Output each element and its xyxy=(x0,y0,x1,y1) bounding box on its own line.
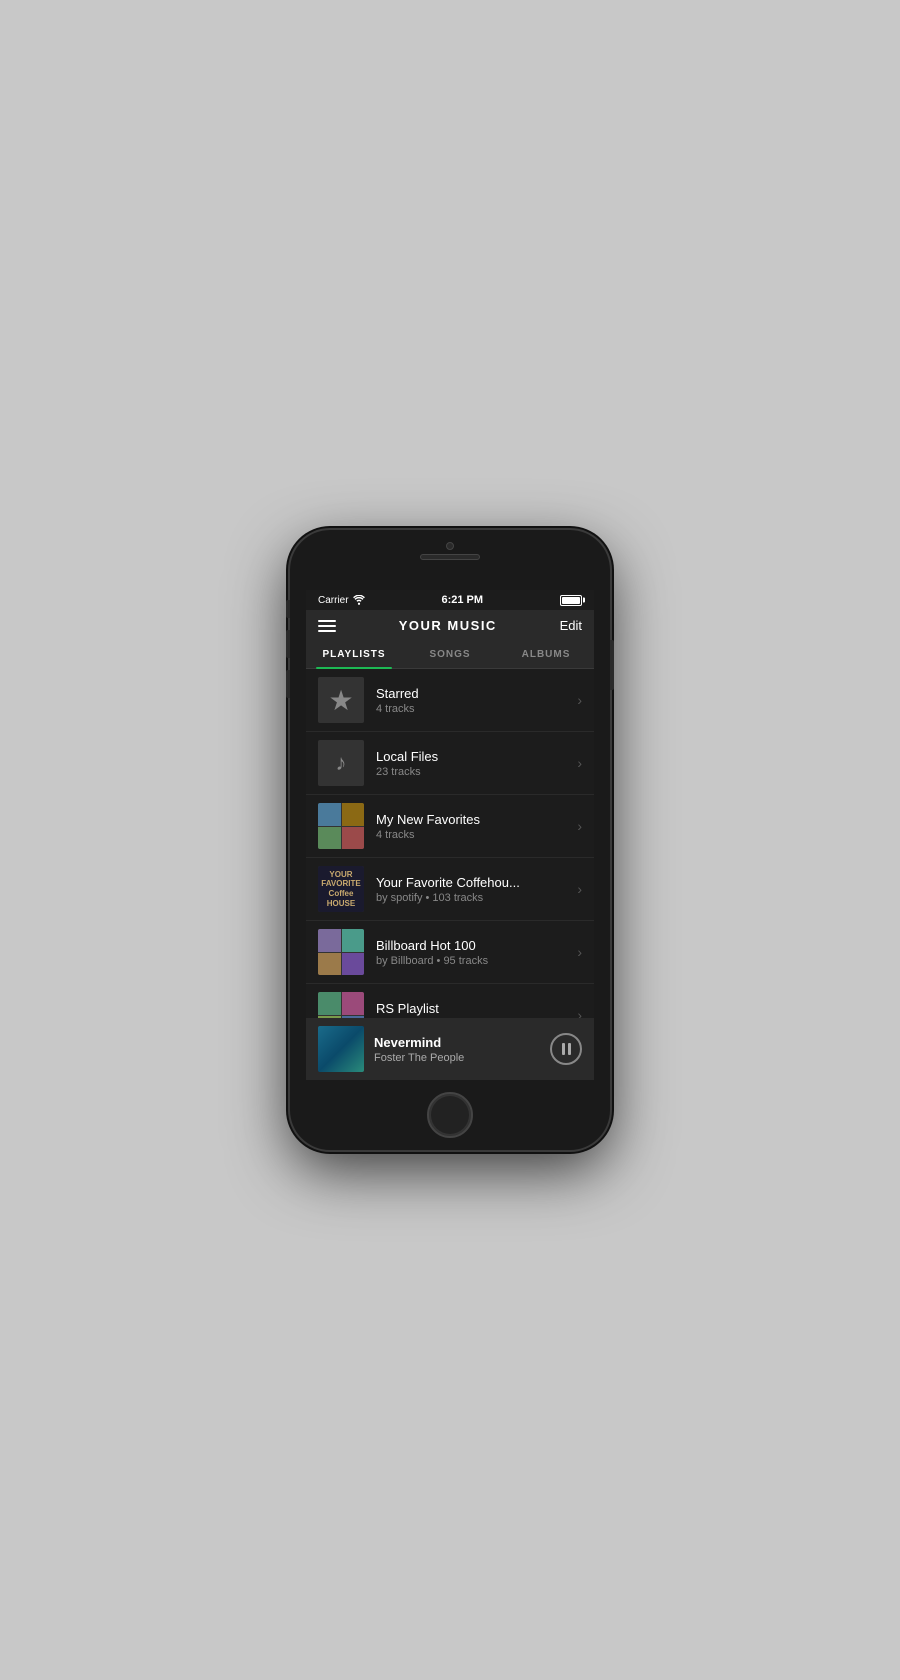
pause-icon xyxy=(562,1043,571,1055)
home-button[interactable] xyxy=(427,1092,473,1138)
playlist-item-billboard[interactable]: Billboard Hot 100 by Billboard • 95 trac… xyxy=(306,921,594,984)
grid-cell-b4 xyxy=(342,953,365,976)
tab-albums[interactable]: ALBUMS xyxy=(498,641,594,668)
grid-cell-r1 xyxy=(318,992,341,1015)
playlist-item-coffeehouse[interactable]: YOURFAVORITECoffeeHOUSE Your Favorite Co… xyxy=(306,858,594,921)
playlist-item-starred[interactable]: ★ Starred 4 tracks › xyxy=(306,669,594,732)
grid-thumb-mnf xyxy=(318,803,364,849)
coffeehouse-thumb: YOURFAVORITECoffeeHOUSE xyxy=(318,866,364,912)
billboard-name: Billboard Hot 100 xyxy=(376,938,569,953)
playlist-list: ★ Starred 4 tracks › ♪ Local Files 23 tr… xyxy=(306,669,594,1018)
volume-up-button[interactable] xyxy=(286,630,290,658)
starred-info: Starred 4 tracks xyxy=(376,686,569,715)
localfile-name: Local Files xyxy=(376,749,569,764)
chevron-icon-5: › xyxy=(577,944,582,960)
starred-meta: 4 tracks xyxy=(376,703,569,715)
pause-bar-left xyxy=(562,1043,565,1055)
pause-bar-right xyxy=(568,1043,571,1055)
grid-cell-r2 xyxy=(342,992,365,1015)
my-new-favorites-thumb xyxy=(318,803,364,849)
playlist-item-my-new-favorites[interactable]: My New Favorites 4 tracks › xyxy=(306,795,594,858)
rs-name: RS Playlist xyxy=(376,1001,569,1016)
coffee-thumb-art: YOURFAVORITECoffeeHOUSE xyxy=(318,866,364,912)
pause-button[interactable] xyxy=(550,1033,582,1065)
billboard-thumb xyxy=(318,929,364,975)
menu-button[interactable] xyxy=(318,620,336,632)
battery-indicator xyxy=(560,595,582,606)
mnf-info: My New Favorites 4 tracks xyxy=(376,812,569,841)
grid-cell-2 xyxy=(342,803,365,826)
localfile-icon: ♪ xyxy=(336,750,347,776)
battery-fill xyxy=(562,597,580,604)
rs-thumb xyxy=(318,992,364,1018)
battery-bar xyxy=(560,595,582,606)
power-button[interactable] xyxy=(610,640,614,690)
chevron-icon-6: › xyxy=(577,1007,582,1018)
grid-cell-b2 xyxy=(342,929,365,952)
coffeehouse-name: Your Favorite Coffehou... xyxy=(376,875,569,890)
grid-cell-b1 xyxy=(318,929,341,952)
grid-thumb-rs xyxy=(318,992,364,1018)
carrier-label: Carrier xyxy=(318,595,349,606)
now-playing-title: Nevermind xyxy=(374,1035,550,1050)
grid-cell-b3 xyxy=(318,953,341,976)
volume-down-button[interactable] xyxy=(286,670,290,698)
tab-bar: PLAYLISTS SONGS ALBUMS xyxy=(306,641,594,669)
billboard-meta: by Billboard • 95 tracks xyxy=(376,955,569,967)
coffeehouse-meta: by spotify • 103 tracks xyxy=(376,892,569,904)
page-title: YOUR MUSIC xyxy=(399,618,497,633)
phone-screen: Carrier 6:21 PM YOUR MUSIC Edit xyxy=(306,590,594,1080)
phone-frame: Carrier 6:21 PM YOUR MUSIC Edit xyxy=(290,530,610,1150)
status-time: 6:21 PM xyxy=(441,594,483,606)
grid-cell-4 xyxy=(342,827,365,850)
app-header: YOUR MUSIC Edit xyxy=(306,610,594,641)
starred-thumb: ★ xyxy=(318,677,364,723)
now-playing-artist: Foster The People xyxy=(374,1052,550,1064)
starred-name: Starred xyxy=(376,686,569,701)
silent-switch[interactable] xyxy=(286,600,290,618)
tab-playlists[interactable]: PLAYLISTS xyxy=(306,641,402,668)
billboard-info: Billboard Hot 100 by Billboard • 95 trac… xyxy=(376,938,569,967)
grid-cell-1 xyxy=(318,803,341,826)
localfile-thumb-container: ♪ xyxy=(318,740,364,786)
now-playing-info: Nevermind Foster The People xyxy=(374,1035,550,1064)
hamburger-line-1 xyxy=(318,620,336,622)
mnf-meta: 4 tracks xyxy=(376,829,569,841)
chevron-icon-3: › xyxy=(577,818,582,834)
localfile-info: Local Files 23 tracks xyxy=(376,749,569,778)
wifi-icon xyxy=(353,595,365,605)
localfile-meta: 23 tracks xyxy=(376,766,569,778)
edit-button[interactable]: Edit xyxy=(560,618,582,633)
grid-thumb-bill xyxy=(318,929,364,975)
coffeehouse-info: Your Favorite Coffehou... by spotify • 1… xyxy=(376,875,569,904)
chevron-icon-2: › xyxy=(577,755,582,771)
camera xyxy=(446,542,454,550)
phone-bottom xyxy=(290,1080,610,1150)
now-playing-bar[interactable]: Nevermind Foster The People xyxy=(306,1018,594,1080)
carrier-info: Carrier xyxy=(318,595,365,606)
chevron-icon: › xyxy=(577,692,582,708)
hamburger-line-2 xyxy=(318,625,336,627)
grid-cell-3 xyxy=(318,827,341,850)
hamburger-line-3 xyxy=(318,630,336,632)
tab-songs[interactable]: SONGS xyxy=(402,641,498,668)
phone-top xyxy=(290,530,610,590)
status-bar: Carrier 6:21 PM xyxy=(306,590,594,610)
mnf-name: My New Favorites xyxy=(376,812,569,827)
now-playing-thumb xyxy=(318,1026,364,1072)
speaker xyxy=(420,554,480,560)
rs-info: RS Playlist by Rolling Stone • 38 tracks xyxy=(376,1001,569,1019)
playlist-item-local-files[interactable]: ♪ Local Files 23 tracks › xyxy=(306,732,594,795)
chevron-icon-4: › xyxy=(577,881,582,897)
star-icon: ★ xyxy=(328,684,353,717)
playlist-item-rs[interactable]: RS Playlist by Rolling Stone • 38 tracks… xyxy=(306,984,594,1018)
